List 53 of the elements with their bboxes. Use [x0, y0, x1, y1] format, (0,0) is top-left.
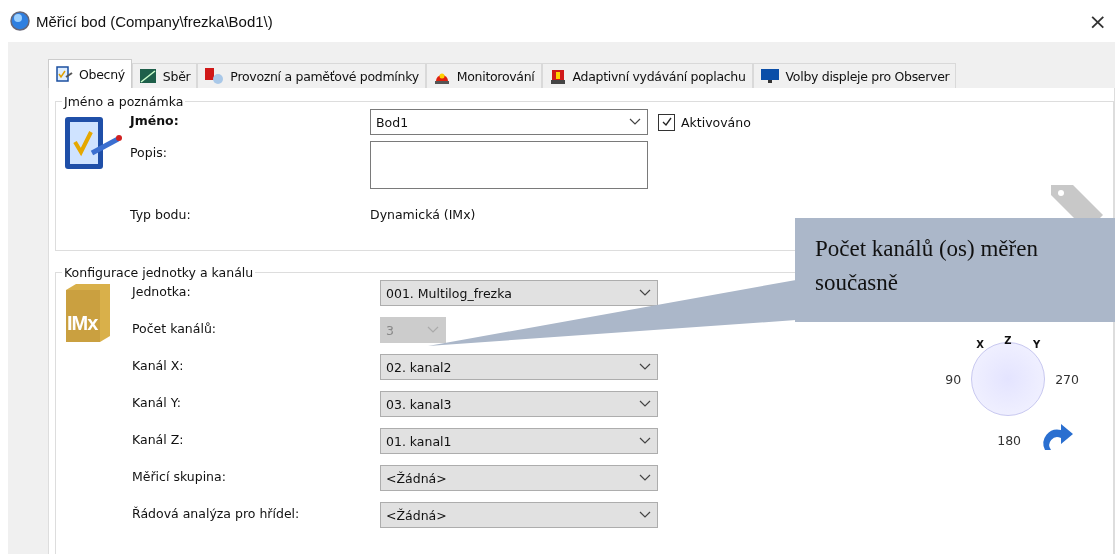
clipboard-icon: [55, 65, 73, 83]
tab[interactable]: Provozní a paměťové podmínky: [197, 63, 426, 88]
chevron-icon: [639, 363, 651, 371]
field-label: Kanál X:: [132, 357, 185, 375]
field-label: Řádová analýza pro hřídel:: [132, 505, 301, 523]
check-icon: [660, 116, 673, 128]
field-label: Kanál Y:: [132, 394, 182, 412]
field-label: Jednotka:: [132, 283, 192, 301]
axis-label: Y: [1032, 339, 1041, 350]
field-label: Jméno:: [130, 112, 180, 130]
chevron-icon: [639, 474, 651, 482]
dropdown[interactable]: 03. kanal3: [380, 391, 658, 417]
group-legend: Konfigurace jednotky a kanálu: [62, 265, 256, 280]
tab[interactable]: Obecný: [48, 59, 132, 88]
chevron-icon: [639, 289, 651, 297]
dropdown[interactable]: <Žádná>: [380, 502, 658, 528]
tab[interactable]: Adaptivní vydávání poplachu: [541, 63, 753, 88]
callout: Počet kanálů (os) měřen současně: [795, 218, 1115, 322]
close-button[interactable]: ×: [1088, 8, 1107, 34]
field-label: Popis:: [130, 144, 168, 162]
tab[interactable]: Monitorování: [425, 63, 542, 88]
name-combo[interactable]: Bod1: [370, 109, 648, 135]
monitor-icon: [759, 67, 780, 85]
dropdown[interactable]: 001. Multilog_frezka: [380, 280, 658, 306]
chevron-icon: [639, 511, 651, 519]
active-checkbox[interactable]: Aktivováno: [658, 113, 751, 131]
angle-label: 90: [945, 371, 962, 387]
chevron-icon: [629, 118, 641, 126]
chevron-icon: [639, 400, 651, 408]
alarm-light-icon: [548, 67, 567, 85]
dropdown[interactable]: <Žádná>: [380, 465, 658, 491]
chevron-icon: [427, 326, 439, 334]
axis-label: Z: [1004, 335, 1012, 346]
app-icon: [10, 11, 30, 31]
unit-logo-text: IMx: [67, 312, 98, 335]
group-legend: Jméno a poznámka: [62, 94, 186, 109]
angle-label: 180: [997, 432, 1022, 448]
window-title: Měřicí bod (Company\frezka\Bod1\): [36, 12, 273, 30]
field-label: Počet kanálů:: [132, 320, 218, 338]
flag-clock-icon: [204, 67, 225, 85]
angle-label: 270: [1055, 371, 1079, 387]
dropdown[interactable]: 01. kanal1: [380, 428, 658, 454]
point-type-value: Dynamická (IMx): [370, 206, 477, 222]
chevron-icon: [639, 437, 651, 445]
field-label: Typ bodu:: [130, 206, 192, 222]
axis-label: X: [976, 339, 984, 350]
tab[interactable]: Sběr: [131, 63, 198, 88]
dropdown[interactable]: 02. kanal2: [380, 354, 658, 380]
description-field[interactable]: [370, 141, 648, 189]
tab[interactable]: Volby displeje pro Observer: [752, 63, 957, 88]
chart-icon: [138, 67, 157, 85]
field-label: Kanál Z:: [132, 431, 185, 449]
field-label: Měřicí skupina:: [132, 468, 227, 486]
